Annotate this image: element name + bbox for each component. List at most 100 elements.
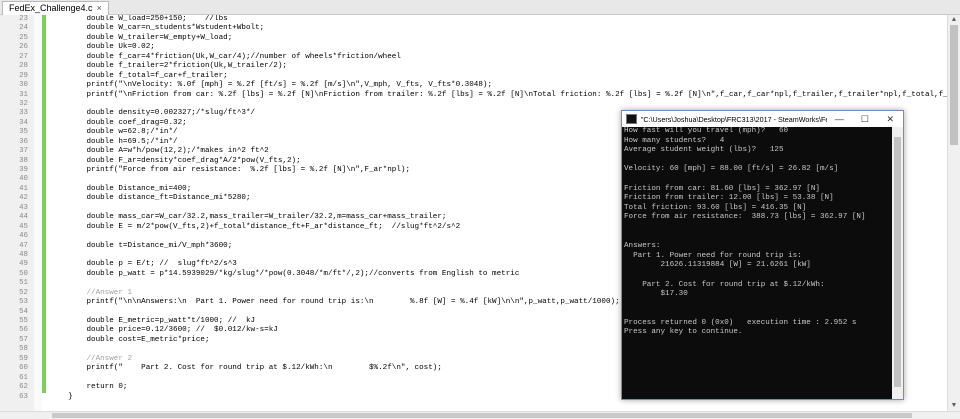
code-line[interactable]: 23 double W_load=250+150; //lbs <box>0 15 948 24</box>
code-text: printf("\nVelocity: %.0f [mph] = %.2f [f… <box>50 81 493 90</box>
code-text: double W_trailer=W_empty+W_load; <box>50 33 233 42</box>
code-text: double F_ar=density*coef_drag*A/2*pow(V_… <box>50 156 301 165</box>
tab-bar: FedEx_Challenge4.c × <box>0 0 960 15</box>
line-number: 37 <box>19 147 28 156</box>
line-number: 32 <box>19 99 28 108</box>
line-number: 41 <box>19 184 28 193</box>
line-number: 57 <box>19 335 28 344</box>
line-number: 27 <box>19 52 28 61</box>
code-text: return 0; <box>50 383 128 392</box>
line-number: 25 <box>19 33 28 42</box>
code-text: double f_total=f_car+f_trailer; <box>50 71 228 80</box>
line-number: 40 <box>19 175 28 184</box>
line-number: 47 <box>19 241 28 250</box>
code-text: double h=69.5;/*in*/ <box>50 137 178 146</box>
console-line: Average student weight (lbs)? 125 <box>624 146 784 155</box>
line-number: 26 <box>19 43 28 52</box>
code-text: double density=0.002327;/*slug/ft^3*/ <box>50 109 256 118</box>
line-number: 55 <box>19 317 28 325</box>
line-number: 62 <box>19 383 28 392</box>
line-number: 34 <box>19 118 28 127</box>
scroll-thumb[interactable] <box>894 137 901 387</box>
line-number: 63 <box>19 392 28 401</box>
line-number: 39 <box>19 166 28 174</box>
scroll-thumb[interactable] <box>950 25 958 145</box>
console-window[interactable]: "C:\Users\Joshua\Desktop\FRC313\2017 - S… <box>621 110 904 400</box>
console-title-bar[interactable]: "C:\Users\Joshua\Desktop\FRC313\2017 - S… <box>622 111 903 127</box>
code-text: printf("\n\nAnswers:\n Part 1. Power nee… <box>50 298 620 307</box>
minimize-button[interactable]: — <box>827 114 852 124</box>
line-number: 23 <box>19 15 28 23</box>
close-button[interactable]: ✕ <box>878 114 903 125</box>
console-line: How many students? 4 <box>624 136 725 145</box>
line-number: 38 <box>19 156 28 165</box>
scroll-down-arrow-icon[interactable]: ▼ <box>948 401 960 411</box>
line-number: 45 <box>19 222 28 231</box>
tab-fedex-challenge4[interactable]: FedEx_Challenge4.c × <box>2 1 109 15</box>
code-text: } <box>50 392 73 401</box>
line-number: 49 <box>19 260 28 269</box>
line-number: 36 <box>19 137 28 146</box>
code-text: double price=0.12/3600; // $0.012/kw-s=k… <box>50 326 278 335</box>
code-text: double W_car=n_students*Wstudent+Wbolt; <box>50 24 265 33</box>
code-line[interactable]: 25 double W_trailer=W_empty+W_load; <box>0 34 948 43</box>
code-text: //Answer 1 <box>50 288 133 297</box>
code-line[interactable]: 30 printf("\nVelocity: %.0f [mph] = %.2f… <box>0 81 948 90</box>
code-text: double distance_ft=Distance_mi*5280; <box>50 194 251 203</box>
code-line[interactable]: 32 <box>0 100 948 109</box>
code-text: double t=Distance_mi/V_mph*3600; <box>50 241 233 250</box>
console-line: Process returned 0 (0x0) execution time … <box>624 318 857 327</box>
code-text: double Distance_mi=400; <box>50 184 192 193</box>
console-line: $17.30 <box>624 290 688 299</box>
code-text: double E_metric=p_watt*t/1000; // kJ <box>50 317 256 325</box>
code-text: double E = m/2*pow(V_fts,2)+f_total*dist… <box>50 222 461 231</box>
code-text: printf("Force from air resistance: %.2f … <box>50 166 411 174</box>
console-line: Part 2. Cost for round trip at $.12/kWh: <box>624 280 825 289</box>
line-number: 56 <box>19 326 28 335</box>
console-output[interactable]: How fast will you travel (mph)? 60 How ma… <box>622 127 892 399</box>
line-number: 50 <box>19 269 28 278</box>
line-number: 31 <box>19 90 28 99</box>
line-number: 44 <box>19 213 28 222</box>
code-line[interactable]: 31 printf("\nFriction from car: %.2f [lb… <box>0 91 948 100</box>
line-number: 29 <box>19 71 28 80</box>
tab-close-icon[interactable]: × <box>97 2 102 15</box>
console-line: How fast will you travel (mph)? 60 <box>624 127 789 135</box>
line-number: 46 <box>19 232 28 241</box>
maximize-button[interactable]: ☐ <box>852 114 877 125</box>
line-number: 28 <box>19 62 28 71</box>
console-line: Answers: <box>624 242 661 251</box>
scroll-up-arrow-icon[interactable]: ▲ <box>948 15 960 25</box>
code-line[interactable]: 27 double f_car=4*friction(Uk,W_car/4);/… <box>0 53 948 62</box>
editor-vertical-scrollbar[interactable]: ▲ ▼ <box>947 15 960 411</box>
code-text: double A=w*h/pow(12,2);/*makes in^2 ft^2 <box>50 147 269 156</box>
console-line: Velocity: 60 [mph] = 88.00 [ft/s] = 26.8… <box>624 165 839 174</box>
line-number: 24 <box>19 24 28 33</box>
console-scrollbar[interactable] <box>892 127 903 399</box>
line-number: 61 <box>19 373 28 382</box>
code-text: double f_car=4*friction(Uk,W_car/4);//nu… <box>50 52 401 61</box>
console-line: Part 1. Power need for round trip is: <box>624 251 802 260</box>
code-line[interactable]: 28 double f_trailer=2*friction(Uk,W_trai… <box>0 62 948 71</box>
code-line[interactable]: 29 double f_total=f_car+f_trailer; <box>0 72 948 81</box>
tab-label: FedEx_Challenge4.c <box>9 3 93 13</box>
line-number: 33 <box>19 109 28 118</box>
line-number: 59 <box>19 354 28 363</box>
console-line: Press any key to continue. <box>624 328 743 337</box>
line-number: 30 <box>19 81 28 90</box>
line-number: 35 <box>19 128 28 137</box>
line-number: 60 <box>19 364 28 373</box>
scroll-thumb[interactable] <box>52 413 912 418</box>
code-text: double mass_car=W_car/32.2,mass_trailer=… <box>50 213 447 222</box>
code-text: double cost=E_metric*price; <box>50 335 210 344</box>
line-number: 52 <box>19 288 28 297</box>
code-line[interactable]: 24 double W_car=n_students*Wstudent+Wbol… <box>0 24 948 33</box>
code-line[interactable]: 26 double Uk=0.02; <box>0 43 948 52</box>
code-text: double w=62.8;/*in*/ <box>50 128 178 137</box>
